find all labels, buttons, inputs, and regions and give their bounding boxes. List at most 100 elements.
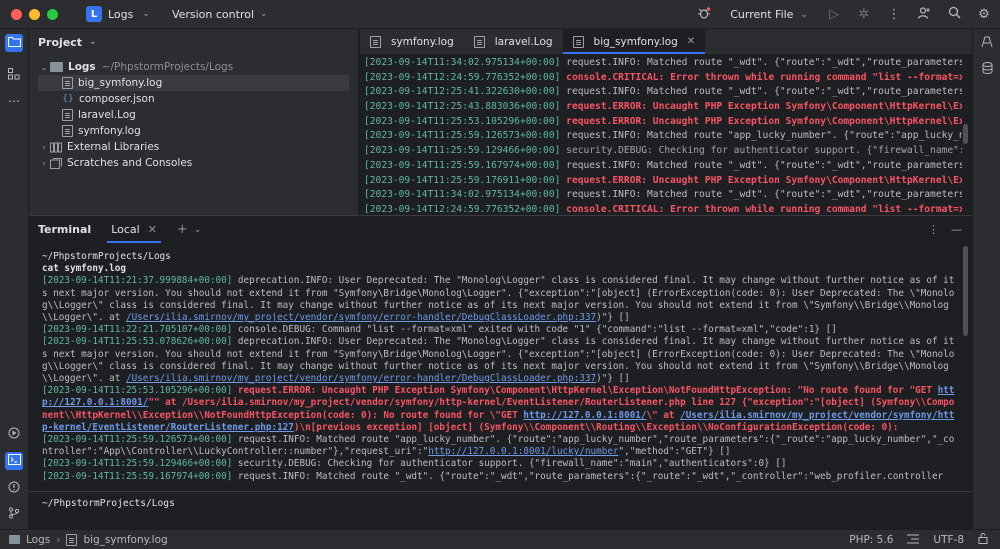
terminal-scrollbar[interactable] (963, 246, 968, 336)
minimize-icon[interactable]: — (951, 223, 962, 236)
log-file-icon (473, 35, 485, 48)
external-libraries-label: External Libraries (67, 141, 160, 153)
editor-scrollbar[interactable] (963, 124, 968, 144)
run-configuration-label: Current File (730, 8, 794, 21)
terminal-prompt[interactable]: ~/PhpstormProjects/Logs (42, 498, 175, 509)
warning-circle-icon (8, 481, 20, 496)
file-name: composer.json (79, 93, 155, 105)
terminal-tab-label: Local (111, 223, 140, 236)
new-terminal-tab-icon[interactable]: + (177, 222, 188, 237)
run-icon[interactable]: ▷ (826, 7, 842, 22)
editor-tabs: symfony.log laravel.Log big_symfony.log … (360, 29, 972, 55)
search-icon[interactable] (946, 6, 962, 23)
log-editor-content[interactable]: [2023-09-14T11:34:02.975134+00:00] reque… (364, 56, 962, 215)
tab-label: big_symfony.log (593, 35, 678, 48)
close-window-button[interactable] (11, 8, 22, 20)
project-badge: L (86, 6, 102, 22)
run-configuration-selector[interactable]: Current File ⌄ (730, 8, 808, 21)
services-tool-button[interactable] (5, 425, 23, 443)
project-name: Logs (108, 7, 134, 21)
database-icon (982, 61, 993, 77)
log-file-icon (66, 533, 78, 546)
version-control-label: Version control (171, 7, 255, 21)
more-icon[interactable]: ⋮ (886, 7, 902, 22)
ai-assistant-icon (981, 36, 993, 51)
project-switcher[interactable]: L Logs ⌄ (86, 6, 150, 22)
tree-file-symfony-log[interactable]: symfony.log (38, 123, 349, 139)
debug-icon[interactable]: ✲ (856, 7, 872, 22)
tab-laravel-log[interactable]: laravel.Log (464, 29, 563, 54)
terminal-log-line: [2023-09-14T11:25:53.078626+00:00] depre… (42, 336, 955, 385)
tab-big-symfony-log[interactable]: big_symfony.log ✕ (562, 29, 706, 54)
terminal-log-line: [2023-09-14T11:21:37.999884+00:00] depre… (42, 275, 955, 324)
tab-label: symfony.log (391, 35, 454, 48)
indent-icon[interactable] (907, 534, 920, 547)
chevron-right-icon: › (56, 533, 61, 546)
log-line: [2023-09-14T11:25:59.176911+00:00] reque… (364, 174, 962, 186)
root-folder-path: ~/PhpstormProjects/Logs (101, 61, 234, 73)
log-line: [2023-09-14T11:25:59.129466+00:00] secur… (364, 145, 962, 157)
title-bar: L Logs ⌄ Version control ⌄ Current File … (0, 0, 1000, 29)
terminal-log-line: [2023-09-14T11:25:59.126573+00:00] reque… (42, 434, 955, 458)
close-icon[interactable]: ✕ (687, 36, 695, 47)
close-icon[interactable]: ✕ (148, 223, 157, 236)
tree-scratches-consoles[interactable]: › Scratches and Consoles (38, 155, 349, 171)
scratches-icon (50, 157, 62, 169)
git-tool-button[interactable] (5, 505, 23, 523)
project-tool-window: Project ⌄ ⌄ Logs ~/PhpstormProjects/Logs… (29, 29, 359, 215)
bug-icon[interactable] (696, 6, 712, 24)
more-tools-button[interactable]: ⋯ (5, 92, 23, 110)
project-tool-button[interactable] (5, 34, 23, 52)
breadcrumb-file[interactable]: big_symfony.log (83, 534, 167, 546)
breadcrumb-root[interactable]: Logs (26, 534, 50, 546)
tree-root-logs[interactable]: ⌄ Logs ~/PhpstormProjects/Logs (38, 59, 358, 75)
project-panel-header[interactable]: Project ⌄ (29, 29, 358, 55)
lock-icon[interactable] (978, 533, 988, 547)
folder-icon (9, 535, 20, 544)
gear-icon[interactable]: ⚙ (976, 7, 992, 22)
file-name: symfony.log (78, 125, 141, 137)
scratches-label: Scratches and Consoles (67, 157, 193, 169)
tree-file-composer-json[interactable]: {} composer.json (38, 91, 349, 107)
version-control-menu[interactable]: Version control ⌄ (172, 8, 268, 21)
notifications-tool-button[interactable] (978, 34, 996, 52)
structure-tool-button[interactable] (5, 66, 23, 84)
chevron-down-icon[interactable]: ⌄ (194, 225, 202, 235)
minimize-window-button[interactable] (29, 8, 40, 20)
log-line: [2023-09-14T11:34:02.975134+00:00] reque… (364, 57, 962, 68)
chevron-right-icon[interactable]: › (38, 159, 50, 168)
terminal-log-line: [2023-09-14T11:25:53.105296+00:00] reque… (42, 385, 955, 433)
add-user-icon[interactable] (916, 6, 932, 24)
tab-symfony-log[interactable]: symfony.log (360, 29, 464, 54)
tree-external-libraries[interactable]: › External Libraries (38, 139, 349, 155)
folder-icon (50, 62, 63, 72)
terminal-title: Terminal (38, 223, 92, 236)
terminal-tool-button[interactable] (5, 452, 23, 470)
status-bar: Logs › big_symfony.log PHP: 5.6 UTF-8 (0, 529, 1000, 549)
more-icon[interactable]: ⋮ (928, 223, 939, 236)
zoom-window-button[interactable] (47, 8, 58, 20)
tab-label: laravel.Log (494, 35, 553, 48)
project-panel-title: Project (38, 35, 83, 49)
window-controls (11, 8, 58, 20)
database-tool-button[interactable] (978, 60, 996, 78)
chevron-right-icon[interactable]: › (38, 143, 50, 152)
php-version[interactable]: PHP: 5.6 (849, 534, 893, 546)
folder-icon (7, 36, 21, 50)
problems-tool-button[interactable] (5, 479, 23, 497)
terminal-tab-local[interactable]: Local ✕ (107, 216, 161, 243)
chevron-down-icon[interactable]: ⌄ (38, 63, 50, 72)
encoding[interactable]: UTF-8 (933, 534, 964, 546)
log-line: [2023-09-14T11:34:02.975134+00:00] reque… (364, 189, 962, 201)
terminal-log-line: [2023-09-14T11:25:59.167974+00:00] reque… (42, 470, 944, 482)
log-line: [2023-09-14T12:25:43.883036+00:00] reque… (364, 101, 962, 113)
log-file-icon (62, 77, 73, 89)
terminal-output[interactable]: ~/PhpstormProjects/Logs cat symfony.log … (42, 251, 957, 491)
tree-file-laravel-log[interactable]: laravel.Log (38, 107, 349, 123)
right-tool-window-bar (972, 29, 1000, 529)
chevron-down-icon: ⌄ (260, 9, 268, 19)
tree-file-big-symfony-log[interactable]: big_symfony.log (38, 75, 349, 91)
log-file-icon (62, 125, 73, 137)
chevron-down-icon: ⌄ (800, 9, 808, 20)
file-name: laravel.Log (78, 109, 136, 121)
